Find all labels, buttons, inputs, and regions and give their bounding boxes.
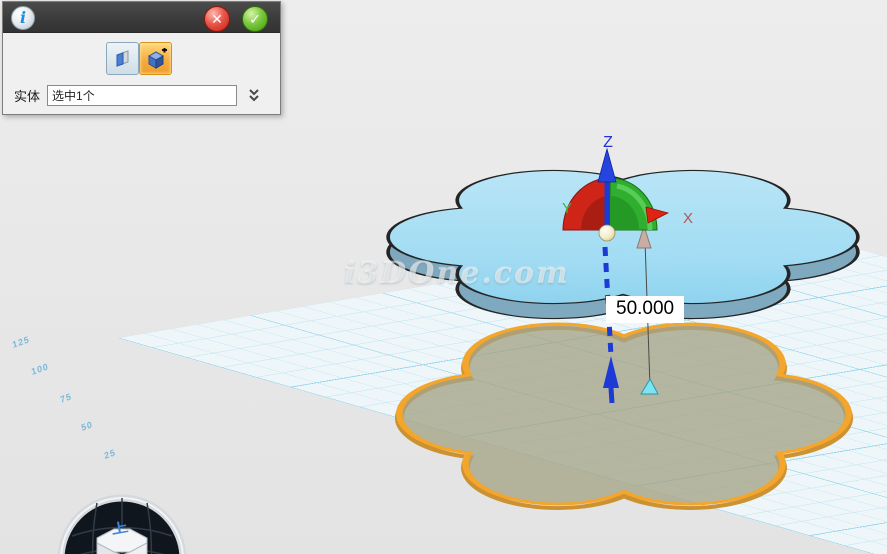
entity-field-row: 实体: [3, 82, 280, 108]
gizmo-center-handle: [599, 225, 615, 241]
move-mode-button[interactable]: [106, 42, 139, 75]
move-gizmo[interactable]: Z Y X: [562, 134, 693, 241]
copy-mode-button[interactable]: [139, 42, 172, 75]
gizmo-x-label: X: [683, 210, 693, 227]
dimension-base-marker: [641, 379, 658, 394]
expand-chevron-icon[interactable]: [246, 87, 262, 103]
confirm-button[interactable]: ✓: [242, 6, 268, 32]
gizmo-x-arrow: [646, 207, 668, 223]
view-cube-top-label[interactable]: 上: [110, 520, 129, 538]
dialog-header[interactable]: i ✕ ✓: [3, 2, 280, 33]
entity-input[interactable]: [47, 85, 237, 106]
gizmo-y-label: Y: [562, 200, 572, 217]
gizmo-z-label: Z: [603, 134, 613, 151]
dimension-value[interactable]: 50.000: [606, 296, 684, 323]
move-dialog: i ✕ ✓ 实体: [2, 1, 281, 115]
cancel-button[interactable]: ✕: [204, 6, 230, 32]
z-drag-line[interactable]: [603, 247, 619, 403]
copy-icon: [145, 48, 167, 70]
info-icon[interactable]: i: [11, 6, 35, 30]
mode-toggle-row: [3, 40, 280, 76]
gizmo-z-arrow: [598, 149, 616, 182]
canvas-viewport[interactable]: 125 100 75 50 25: [0, 0, 887, 554]
move-icon: [113, 49, 133, 69]
entity-label: 实体: [14, 86, 40, 105]
view-cube[interactable]: 上 左 前: [52, 481, 192, 554]
